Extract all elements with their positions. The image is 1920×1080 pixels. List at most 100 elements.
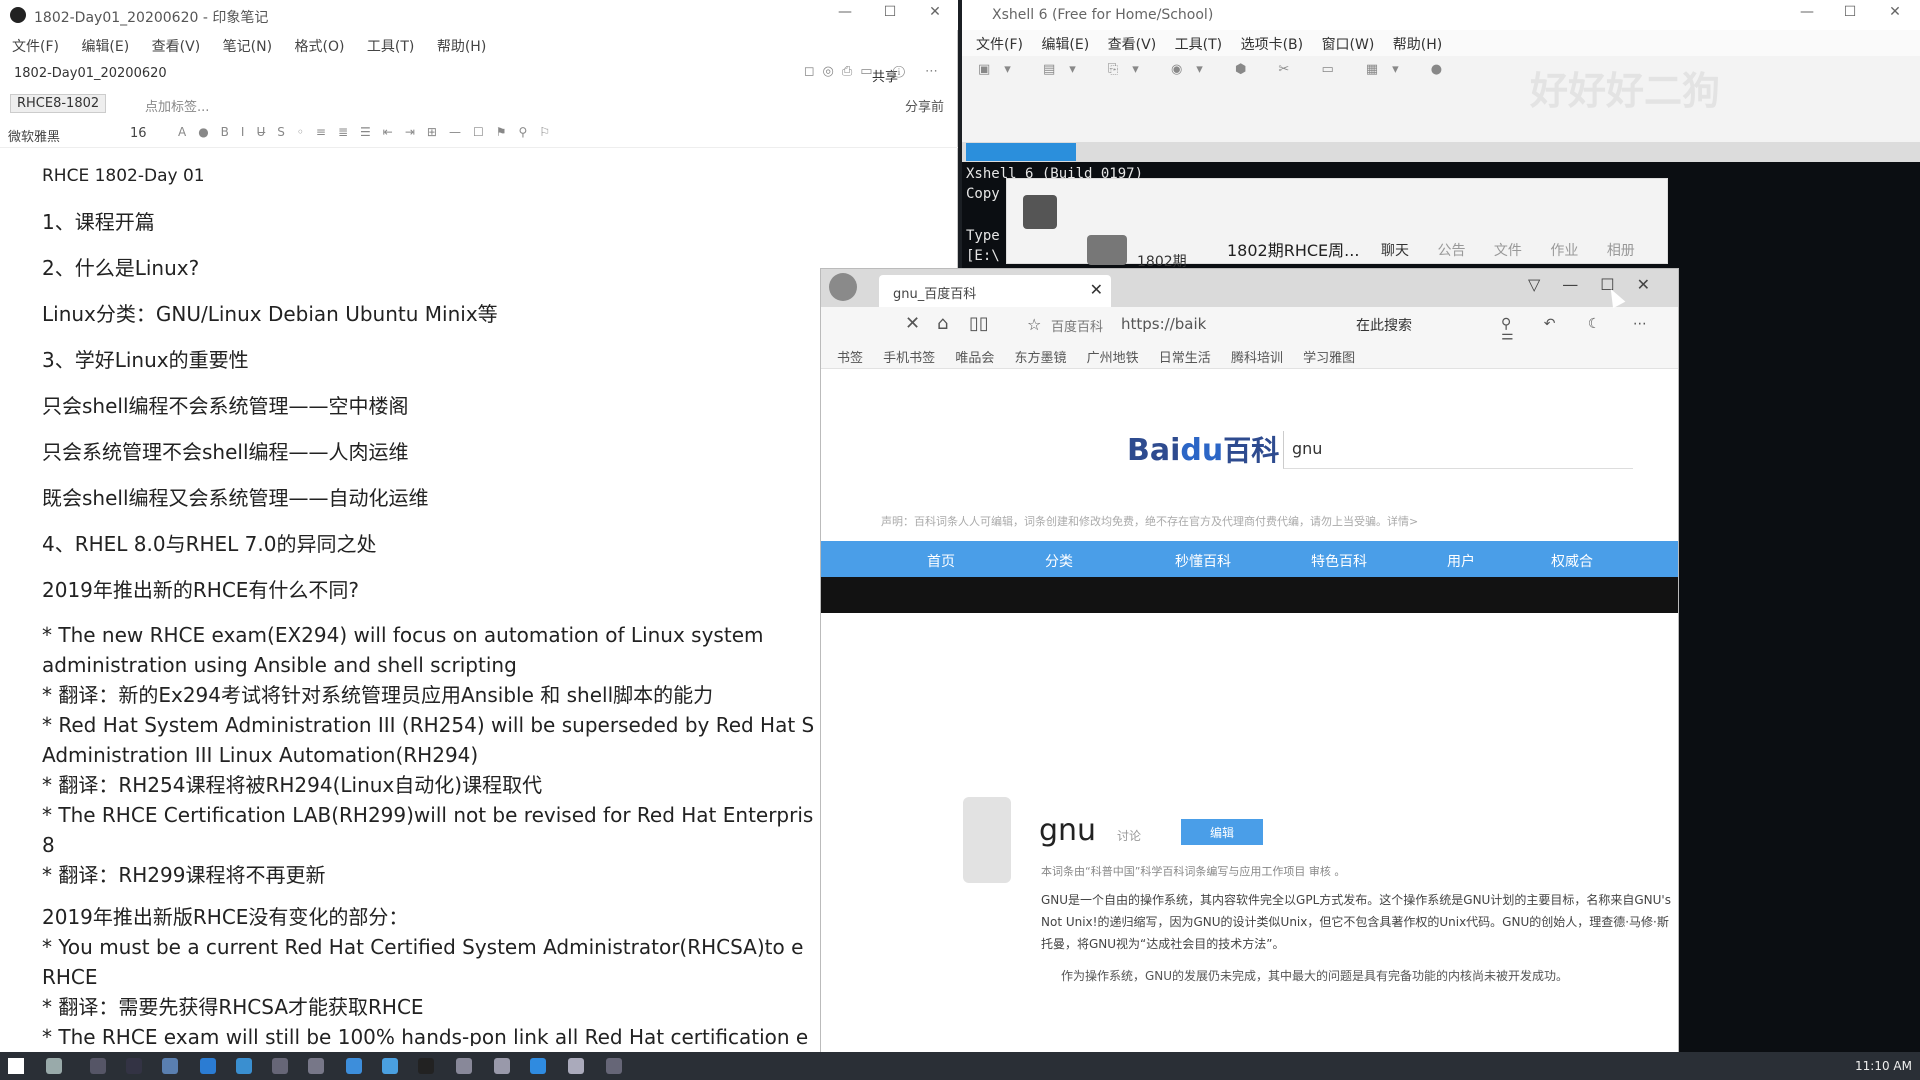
xs-menu-view[interactable]: 查看(V) — [1108, 34, 1157, 54]
menu-format[interactable]: 格式(O) — [295, 36, 345, 56]
xs-menu-window[interactable]: 窗口(W) — [1322, 34, 1375, 54]
edge-icon[interactable] — [200, 1058, 216, 1074]
discuss-link[interactable]: 讨论 — [1117, 827, 1141, 844]
xs-menu-tools[interactable]: 工具(T) — [1175, 34, 1222, 54]
baike-logo[interactable]: Baidu百科 — [1127, 429, 1279, 469]
bookmark-item[interactable]: 书签 — [837, 347, 863, 366]
font-size-select[interactable]: 16 — [130, 126, 147, 141]
xshell-session-tab[interactable] — [966, 143, 1076, 161]
note-header: 1802-Day01_20200620 共享 ◻◎⎙▭ ⓘ ⋯ — [0, 62, 958, 86]
logo-du: du — [1180, 433, 1224, 468]
maximize-button[interactable]: ☐ — [875, 4, 905, 20]
xs-menu-help[interactable]: 帮助(H) — [1393, 34, 1442, 54]
taskbar-app-icon[interactable] — [456, 1058, 472, 1074]
xs-menu-tabs[interactable]: 选项卡(B) — [1241, 34, 1304, 54]
bookmark-item[interactable]: 唯品会 — [955, 347, 994, 366]
avatar[interactable] — [1023, 195, 1057, 229]
nav-miaodong[interactable]: 秒懂百科 — [1175, 551, 1231, 571]
stop-icon[interactable]: ✕ — [905, 313, 920, 334]
tab-chat[interactable]: 聊天 — [1381, 243, 1409, 259]
taskbar-app-icon[interactable] — [382, 1058, 398, 1074]
site-label: 百度百科 — [1051, 320, 1104, 335]
profile-avatar[interactable] — [829, 273, 857, 301]
taskbar-app-icon[interactable] — [418, 1058, 434, 1074]
minimize-button[interactable]: — — [830, 4, 860, 20]
star-icon[interactable]: ☆ — [1027, 315, 1041, 334]
tab-title: gnu_百度百科 — [893, 287, 977, 302]
bookmark-item[interactable]: 东方墨镜 — [1014, 347, 1066, 366]
terminal-line: Type — [966, 228, 1000, 244]
menu-edit[interactable]: 编辑(E) — [81, 36, 129, 56]
bookmark-item[interactable]: 日常生活 — [1159, 347, 1211, 366]
bookmark-item[interactable]: 手机书签 — [883, 347, 935, 366]
taskbar: 11:10 AM — [0, 1052, 1920, 1080]
evernote-menubar: 文件(F) 编辑(E) 查看(V) 笔记(N) 格式(O) 工具(T) 帮助(H… — [0, 32, 958, 56]
menu-tools[interactable]: 工具(T) — [367, 36, 414, 56]
home-icon[interactable]: ⌂ — [937, 313, 948, 334]
browser-tab[interactable]: gnu_百度百科 ✕ — [879, 275, 1111, 307]
qq-chat-header: 1802期 1802期RHCE周... 聊天 公告 文件 作业 相册 — [1006, 178, 1668, 270]
group-name[interactable]: 1802期RHCE周... — [1227, 237, 1359, 261]
taskbar-app-icon[interactable] — [606, 1058, 622, 1074]
taskbar-app-icon[interactable] — [568, 1058, 584, 1074]
nav-authority[interactable]: 权威合 — [1551, 551, 1593, 571]
taskbar-app-icon[interactable] — [236, 1058, 252, 1074]
close-tab-icon[interactable]: ✕ — [1090, 280, 1103, 299]
taskbar-app-icon[interactable] — [530, 1058, 546, 1074]
bookmark-item[interactable]: 广州地铁 — [1087, 347, 1139, 366]
tab-homework[interactable]: 作业 — [1550, 243, 1578, 259]
format-icons[interactable]: A●BIU̶S◦≡≣☰⇤⇥⊞—☐⚑⚲⚐ — [178, 125, 562, 139]
task-view-icon[interactable] — [46, 1058, 62, 1074]
close-button[interactable]: ✕ — [920, 4, 950, 20]
url-input[interactable]: https://baik — [1121, 315, 1206, 333]
tag-input[interactable]: 点加标签... — [145, 96, 209, 115]
xs-menu-edit[interactable]: 编辑(E) — [1041, 34, 1089, 54]
evernote-window: 1802-Day01_20200620 - 印象笔记 — ☐ ✕ 文件(F) 编… — [0, 0, 958, 1052]
page-dark-band — [821, 577, 1678, 613]
bookmark-item[interactable]: 学习雅图 — [1303, 347, 1355, 366]
font-family-select[interactable]: 微软雅黑 — [8, 126, 126, 145]
notebook-selector[interactable]: RHCE8-1802 — [10, 94, 107, 113]
xshell-minimize-button[interactable]: — — [1792, 4, 1822, 20]
taskbar-app-icon[interactable] — [162, 1058, 178, 1074]
edit-button[interactable]: 编辑 — [1181, 819, 1263, 845]
share-before-label[interactable]: 分享前 — [905, 96, 944, 115]
search-box[interactable]: 在此搜索 — [1356, 315, 1412, 335]
xshell-toolbar-icons[interactable]: ▣▾ ▤▾ ⎘▾ ◉▾ ⬢ ✂ ▭ ▦▾ ● — [978, 62, 1456, 77]
nav-category[interactable]: 分类 — [1045, 551, 1073, 571]
system-clock[interactable]: 11:10 AM — [1855, 1059, 1912, 1073]
logo-baike: 百科 — [1223, 434, 1280, 467]
menu-file[interactable]: 文件(F) — [12, 36, 59, 56]
taskbar-app-icon[interactable] — [308, 1058, 324, 1074]
taskbar-app-icon[interactable] — [90, 1058, 106, 1074]
nav-home[interactable]: 首页 — [927, 551, 955, 571]
tab-album[interactable]: 相册 — [1607, 243, 1635, 259]
baike-search-input[interactable]: gnu — [1283, 431, 1633, 469]
bookmark-item[interactable]: 腾科培训 — [1231, 347, 1283, 366]
taskbar-app-icon[interactable] — [346, 1058, 362, 1074]
start-button[interactable] — [8, 1058, 24, 1074]
note-title[interactable]: 1802-Day01_20200620 — [14, 66, 167, 81]
xshell-tab-bar — [962, 142, 1920, 162]
menu-note[interactable]: 笔记(N) — [223, 36, 272, 56]
menu-help[interactable]: 帮助(H) — [437, 36, 486, 56]
entry-image[interactable] — [963, 797, 1011, 883]
tab-files[interactable]: 文件 — [1494, 243, 1522, 259]
menu-view[interactable]: 查看(V) — [152, 36, 201, 56]
taskbar-app-icon[interactable] — [126, 1058, 142, 1074]
note-tools-icons[interactable]: ◻◎⎙▭ ⓘ ⋯ — [804, 64, 946, 79]
entry-paragraph: GNU是一个自由的操作系统，其内容软件完全以GPL方式发布。这个操作系统是GNU… — [1041, 893, 1671, 951]
nav-featured[interactable]: 特色百科 — [1311, 551, 1367, 571]
taskbar-app-icon[interactable] — [272, 1058, 288, 1074]
note-heading: RHCE 1802-Day 01 — [42, 166, 205, 186]
nav-user[interactable]: 用户 — [1447, 551, 1475, 571]
xshell-close-button[interactable]: ✕ — [1880, 4, 1910, 20]
taskbar-app-icon[interactable] — [494, 1058, 510, 1074]
tab-announcement[interactable]: 公告 — [1437, 243, 1465, 259]
browser-window-controls[interactable]: ▽—☐✕ — [1528, 275, 1672, 294]
reader-icon[interactable]: ▯▯ — [969, 313, 989, 334]
bookmarks-bar: 书签 手机书签 唯品会 东方墨镜 广州地铁 日常生活 腾科培训 学习雅图 — [821, 341, 1678, 369]
xshell-maximize-button[interactable]: ☐ — [1835, 4, 1865, 20]
xs-menu-file[interactable]: 文件(F) — [976, 34, 1023, 54]
group-avatar[interactable] — [1087, 235, 1127, 265]
